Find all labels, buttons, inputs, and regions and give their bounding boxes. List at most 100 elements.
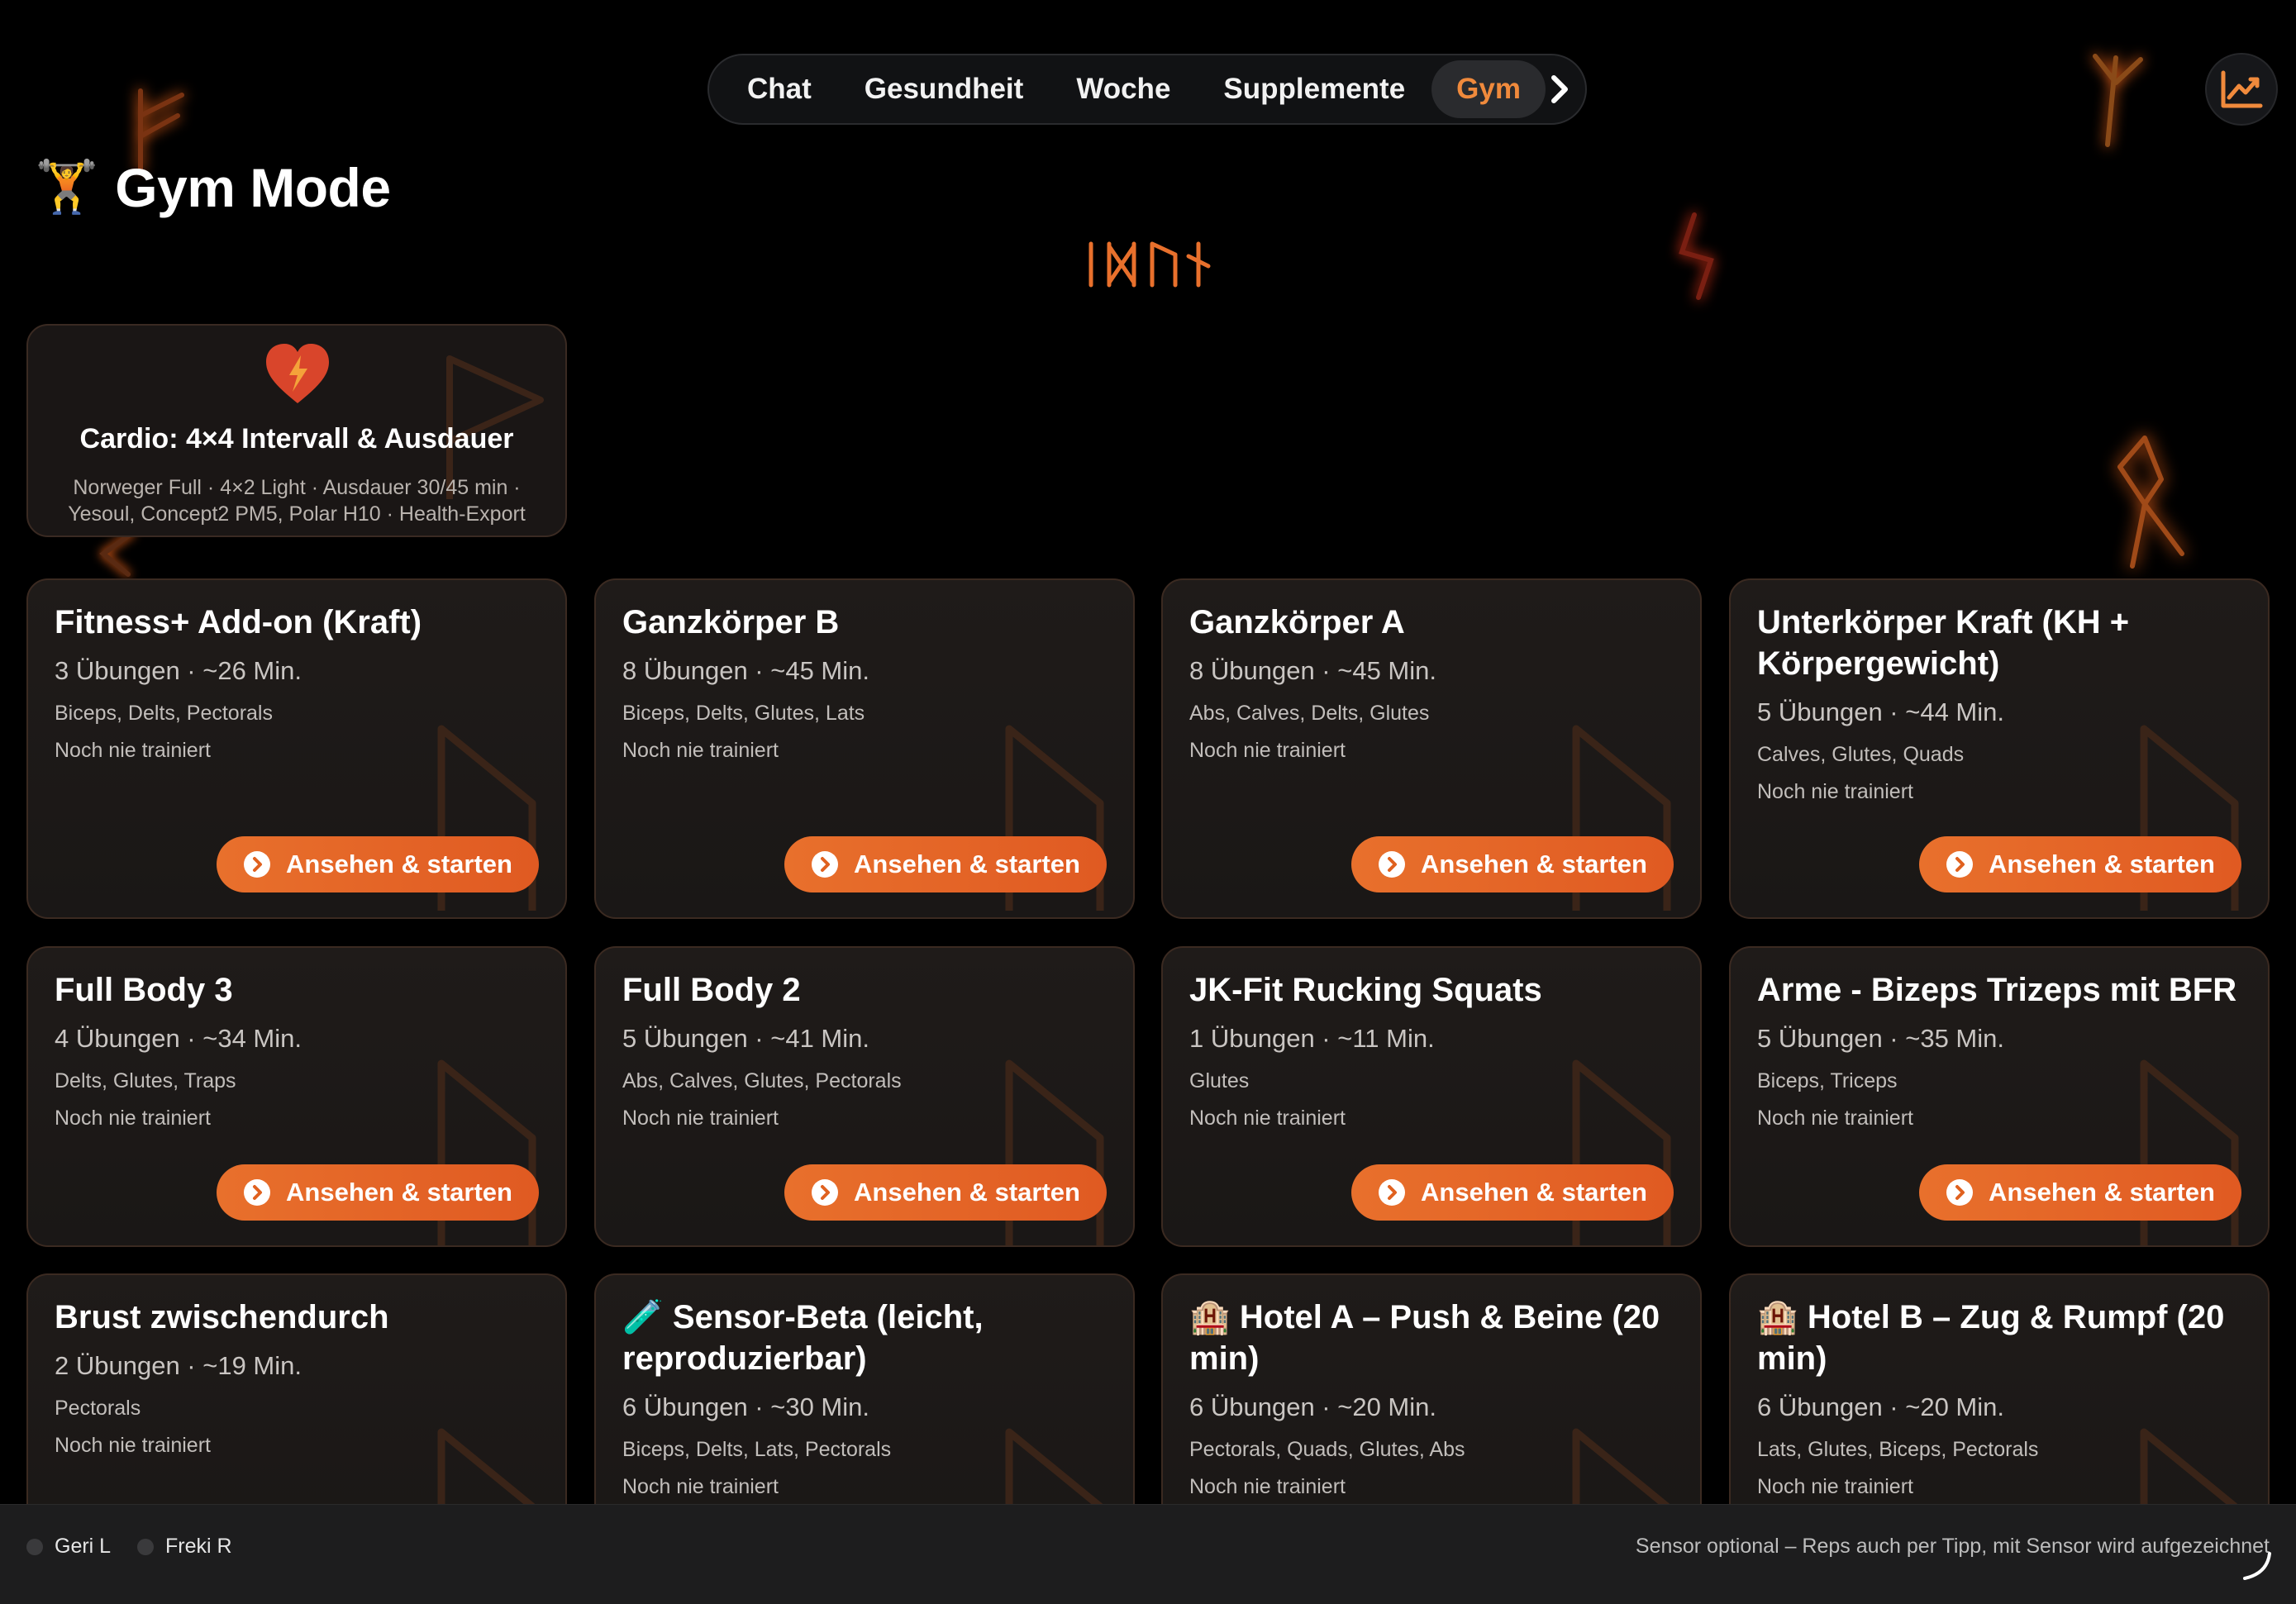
stats-button[interactable] [2205,53,2278,126]
workout-meta: 2 Übungen · ~19 Min. [55,1351,302,1380]
button-label: Ansehen & starten [854,1178,1080,1207]
play-circle-icon [1946,851,1974,878]
workout-muscles: Biceps, Delts, Pectorals [55,702,273,725]
view-and-start-button[interactable]: Ansehen & starten [1919,836,2241,892]
workout-title: Unterkörper Kraft (KH + Körpergewicht) [1757,604,2130,682]
workout-last-trained: Noch nie trainiert [1189,1107,1346,1130]
workout-meta: 6 Übungen · ~20 Min. [1189,1392,1436,1421]
workout-last-trained: Noch nie trainiert [1189,1475,1346,1498]
workout-title: Full Body 3 [55,972,233,1008]
workout-card[interactable]: Arme - Bizeps Trizeps mit BFR 5 Übungen … [1729,946,2270,1247]
workout-card[interactable]: Unterkörper Kraft (KH + Körpergewicht) 5… [1729,578,2270,919]
workout-last-trained: Noch nie trainiert [1757,1107,1913,1130]
workout-muscles: Calves, Glutes, Quads [1757,743,1965,766]
page-title-text: Gym Mode [115,157,391,218]
workout-muscles: Abs, Calves, Glutes, Pectorals [622,1069,902,1092]
workout-muscles: Lats, Glutes, Biceps, Pectorals [1757,1438,2039,1461]
workout-last-trained: Noch nie trainiert [622,1107,779,1130]
button-label: Ansehen & starten [1989,850,2215,878]
weightlifter-icon: 🏋️ [35,159,99,216]
view-and-start-button[interactable]: Ansehen & starten [217,1164,539,1221]
play-circle-icon [1379,1179,1406,1206]
tab-supplemente[interactable]: Supplemente [1197,60,1431,118]
workout-title: Fitness+ Add-on (Kraft) [55,604,422,640]
rune-decoration-lightning [1670,211,1727,302]
workout-muscles: Delts, Glutes, Traps [55,1069,236,1092]
cardio-subtitle: Norweger Full · 4×2 Light · Ausdauer 30/… [53,474,541,527]
view-and-start-button[interactable]: Ansehen & starten [1351,836,1674,892]
workout-meta: 8 Übungen · ~45 Min. [1189,656,1436,685]
workout-last-trained: Noch nie trainiert [1757,780,1913,803]
workout-card[interactable]: Full Body 2 5 Übungen · ~41 Min. Abs, Ca… [594,946,1135,1247]
view-and-start-button[interactable]: Ansehen & starten [784,1164,1107,1221]
workout-title: 🧪 Sensor-Beta (leicht, reproduzierbar) [622,1299,984,1377]
workout-title: Ganzkörper B [622,604,840,640]
workout-meta: 6 Übungen · ~20 Min. [1757,1392,2004,1421]
workout-title: Brust zwischendurch [55,1299,389,1335]
workout-meta: 6 Übungen · ~30 Min. [622,1392,869,1421]
workout-card[interactable]: Ganzkörper A 8 Übungen · ~45 Min. Abs, C… [1161,578,1702,919]
loading-spinner-icon [2240,1549,2273,1586]
workout-meta: 5 Übungen · ~35 Min. [1757,1024,2004,1053]
workout-last-trained: Noch nie trainiert [55,1434,211,1457]
workout-meta: 4 Übungen · ~34 Min. [55,1024,302,1053]
sensor-label: Geri L [55,1535,112,1558]
status-dot-icon [137,1538,154,1555]
workout-muscles: Abs, Calves, Delts, Glutes [1189,702,1430,725]
view-and-start-button[interactable]: Ansehen & starten [1351,1164,1674,1221]
workout-muscles: Biceps, Delts, Lats, Pectorals [622,1438,892,1461]
button-label: Ansehen & starten [286,1178,512,1207]
tab-gym[interactable]: Gym [1431,60,1546,118]
workout-muscles: Biceps, Triceps [1757,1069,1898,1092]
view-and-start-button[interactable]: Ansehen & starten [1919,1164,2241,1221]
tab-woche[interactable]: Woche [1050,60,1197,118]
play-circle-icon [1946,1179,1974,1206]
button-label: Ansehen & starten [854,850,1080,878]
workout-title: Arme - Bizeps Trizeps mit BFR [1757,972,2237,1008]
heart-bolt-icon [263,340,332,411]
workout-card[interactable]: JK-Fit Rucking Squats 1 Übungen · ~11 Mi… [1161,946,1702,1247]
workout-card[interactable]: Full Body 3 4 Übungen · ~34 Min. Delts, … [26,946,567,1247]
workout-title: Full Body 2 [622,972,801,1008]
workout-muscles: Pectorals, Quads, Glutes, Abs [1189,1438,1465,1461]
play-circle-icon [1379,851,1406,878]
cardio-card[interactable]: Cardio: 4×4 Intervall & Ausdauer Norwege… [26,324,567,537]
rune-decoration-top-right [2083,50,2149,149]
play-circle-icon [812,851,839,878]
button-label: Ansehen & starten [286,850,512,878]
workout-meta: 1 Übungen · ~11 Min. [1189,1024,1435,1053]
page-title: 🏋️ Gym Mode [35,150,391,225]
workout-muscles: Biceps, Delts, Glutes, Lats [622,702,865,725]
workout-title: JK-Fit Rucking Squats [1189,972,1542,1008]
rune-decoration-right [2099,430,2190,570]
workout-last-trained: Noch nie trainiert [55,739,211,762]
view-and-start-button[interactable]: Ansehen & starten [784,836,1107,892]
tab-chat[interactable]: Chat [721,60,838,118]
sensor-freki-right[interactable]: Freki R [137,1535,232,1559]
workout-meta: 3 Übungen · ~26 Min. [55,656,302,685]
button-label: Ansehen & starten [1421,850,1647,878]
workout-muscles: Pectorals [55,1397,141,1420]
sensor-status-bar: Geri L Freki R Sensor optional – Reps au… [0,1504,2296,1604]
workout-meta: 5 Übungen · ~44 Min. [1757,697,2004,726]
view-and-start-button[interactable]: Ansehen & starten [217,836,539,892]
workout-meta: 5 Übungen · ~41 Min. [622,1024,869,1053]
tab-gesundheit[interactable]: Gesundheit [838,60,1050,118]
status-dot-icon [26,1538,43,1555]
workout-last-trained: Noch nie trainiert [622,1475,779,1498]
workout-last-trained: Noch nie trainiert [622,739,779,762]
rune-logo [1083,240,1215,293]
sensor-label: Freki R [165,1535,232,1558]
cardio-subtitle-line: Yesoul, Concept2 PM5, Polar H10 · Health… [68,502,526,526]
workout-card[interactable]: Ganzkörper B 8 Übungen · ~45 Min. Biceps… [594,578,1135,919]
button-label: Ansehen & starten [1421,1178,1647,1207]
chevron-right-icon[interactable] [1546,60,1574,118]
workout-last-trained: Noch nie trainiert [1757,1475,1913,1498]
workout-card[interactable]: Fitness+ Add-on (Kraft) 3 Übungen · ~26 … [26,578,567,919]
workout-last-trained: Noch nie trainiert [1189,739,1346,762]
sensor-geri-left[interactable]: Geri L [26,1535,111,1559]
workout-meta: 8 Übungen · ~45 Min. [622,656,869,685]
workout-last-trained: Noch nie trainiert [55,1107,211,1130]
cardio-title: Cardio: 4×4 Intervall & Ausdauer [79,423,514,455]
play-circle-icon [244,851,271,878]
